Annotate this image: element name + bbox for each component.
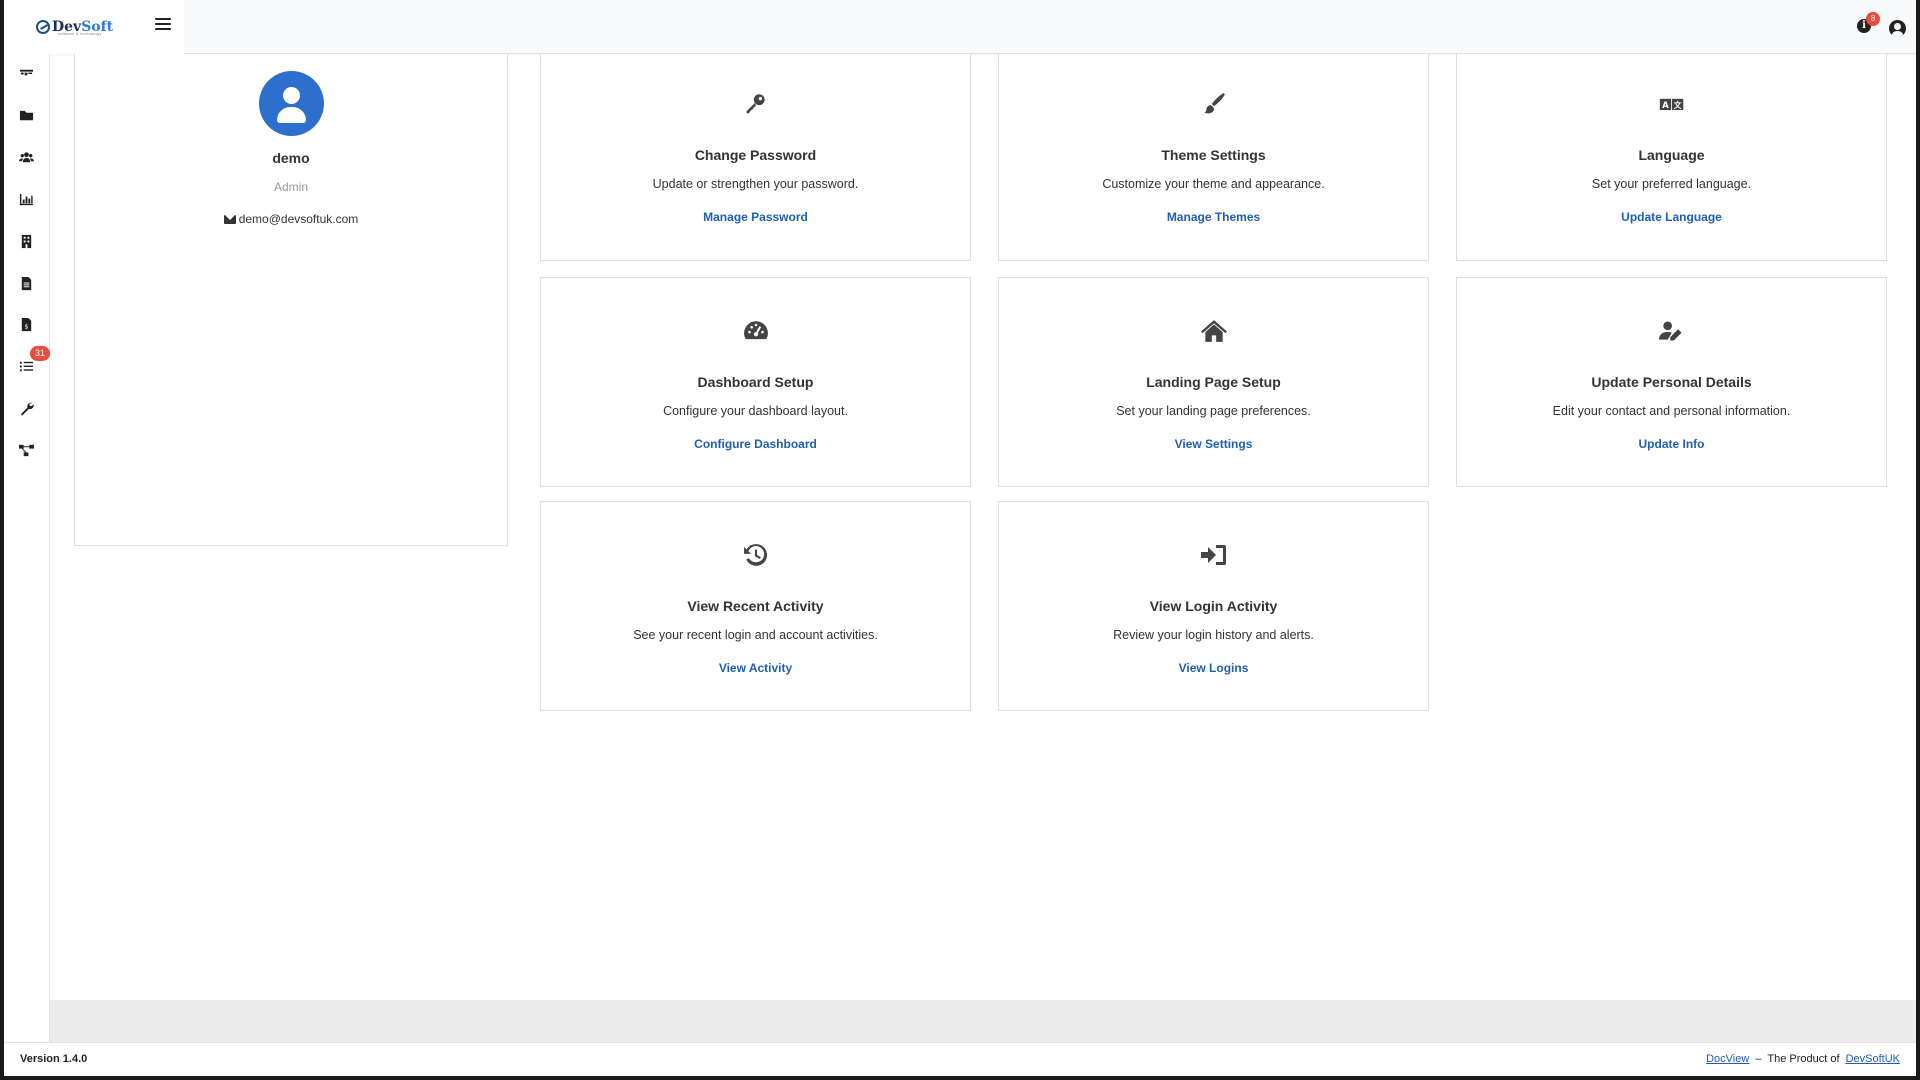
notifications-badge: 8 — [1866, 11, 1880, 26]
configure-dashboard-link[interactable]: Configure Dashboard — [541, 437, 970, 451]
view-activity-link[interactable]: View Activity — [541, 661, 970, 675]
logo-mark-icon — [36, 20, 50, 34]
card-description: Update or strengthen your password. — [652, 177, 859, 191]
language-icon: A文 — [1659, 98, 1683, 111]
top-actions: i 8 — [1857, 11, 1906, 37]
tasks-count-badge: 31 — [30, 346, 50, 361]
sidebar-item-organisation[interactable] — [14, 229, 38, 253]
sidebar-item-tasks[interactable]: 31 — [14, 346, 50, 378]
version-label: Version 1.4.0 — [20, 1053, 88, 1065]
footer-separator: – — [1755, 1053, 1762, 1065]
task-list-icon — [19, 361, 33, 371]
manage-password-link[interactable]: Manage Password — [541, 210, 970, 224]
sidebar-item-dashboard[interactable] — [14, 61, 38, 85]
user-menu-icon[interactable] — [1889, 20, 1906, 37]
profile-email: demo@devsoftuk.com — [75, 212, 507, 226]
card-title: Dashboard Setup — [697, 374, 814, 390]
profile-card: demo Admin demo@devsoftuk.com — [74, 54, 508, 546]
card-landing-page-setup: Landing Page Setup Set your landing page… — [998, 277, 1429, 487]
home-icon — [1200, 320, 1227, 342]
svg-text:A: A — [1662, 101, 1669, 111]
history-icon — [743, 544, 767, 566]
profile-email-text: demo@devsoftuk.com — [238, 212, 359, 226]
manage-themes-link[interactable]: Manage Themes — [999, 210, 1428, 224]
card-description: Review your login history and alerts. — [1113, 628, 1314, 642]
dashboard-icon — [19, 69, 33, 75]
card-view-recent-activity: View Recent Activity See your recent log… — [540, 501, 971, 711]
card-theme-settings: Theme Settings Customize your theme and … — [998, 54, 1429, 261]
profile-name: demo — [272, 150, 310, 166]
update-info-link[interactable]: Update Info — [1457, 437, 1886, 451]
sidebar-item-reports[interactable] — [14, 187, 38, 211]
envelope-icon — [223, 214, 236, 224]
card-description: Configure your dashboard layout. — [663, 404, 848, 418]
sidebar-item-tools[interactable] — [14, 396, 38, 420]
card-title: Language — [1638, 147, 1705, 163]
sidebar: $ 31 — [4, 54, 50, 1042]
user-edit-icon — [1658, 321, 1682, 341]
app-window: DevSoft software & technology i 8 $ 31 d… — [4, 0, 1916, 1076]
card-update-personal-details: Update Personal Details Edit your contac… — [1456, 277, 1887, 487]
card-title: Landing Page Setup — [1146, 374, 1281, 390]
card-description: Edit your contact and personal informati… — [1552, 404, 1791, 418]
footer-credits: DocView – The Product of DevSoftUK — [1706, 1053, 1900, 1065]
wrench-icon — [20, 402, 34, 416]
invoice-icon: $ — [21, 317, 31, 331]
content-bottom-band — [50, 1000, 1916, 1042]
card-language: A文 Language Set your preferred language.… — [1456, 54, 1887, 261]
card-title: View Login Activity — [1149, 598, 1278, 614]
sidebar-item-invoices[interactable]: $ — [14, 312, 38, 336]
notifications-info-icon[interactable]: i 8 — [1857, 11, 1880, 33]
svg-text:文: 文 — [1673, 100, 1681, 110]
card-description: Set your preferred language. — [1591, 177, 1752, 191]
view-settings-link[interactable]: View Settings — [999, 437, 1428, 451]
svg-text:$: $ — [24, 322, 28, 330]
card-description: See your recent login and account activi… — [633, 628, 878, 642]
profile-role: Admin — [273, 180, 308, 194]
users-icon — [18, 151, 34, 162]
top-navbar: DevSoft software & technology i 8 — [4, 0, 1916, 54]
brand-tagline: software & technology — [58, 31, 102, 36]
card-change-password: Change Password Update or strengthen you… — [540, 54, 971, 261]
gauge-icon — [743, 321, 768, 340]
building-icon — [21, 234, 31, 248]
docview-link[interactable]: DocView — [1706, 1053, 1749, 1065]
card-dashboard-setup: Dashboard Setup Configure your dashboard… — [540, 277, 971, 487]
footer: Version 1.4.0 DocView – The Product of D… — [4, 1042, 1916, 1076]
key-icon — [745, 94, 765, 114]
menu-toggle-icon[interactable] — [155, 18, 171, 32]
card-description: Customize your theme and appearance. — [1102, 177, 1325, 191]
card-title: View Recent Activity — [687, 598, 824, 614]
sign-in-icon — [1200, 545, 1226, 565]
chart-bar-icon — [19, 193, 33, 205]
sidebar-item-documents[interactable] — [14, 271, 38, 295]
footer-product-of: The Product of — [1767, 1053, 1840, 1065]
folder-icon — [19, 110, 33, 120]
devsoftuk-link[interactable]: DevSoftUK — [1846, 1053, 1900, 1065]
view-logins-link[interactable]: View Logins — [999, 661, 1428, 675]
avatar — [259, 71, 324, 136]
sidebar-item-folders[interactable] — [14, 103, 38, 127]
workflow-icon — [18, 444, 34, 456]
card-title: Change Password — [694, 147, 817, 163]
card-title: Theme Settings — [1161, 147, 1266, 163]
sidebar-item-users[interactable] — [14, 145, 38, 169]
card-description: Set your landing page preferences. — [1116, 404, 1311, 418]
document-icon — [21, 276, 31, 290]
card-title: Update Personal Details — [1591, 374, 1752, 390]
update-language-link[interactable]: Update Language — [1457, 210, 1886, 224]
card-view-login-activity: View Login Activity Review your login hi… — [998, 501, 1429, 711]
paintbrush-icon — [1203, 93, 1225, 114]
sidebar-item-workflows[interactable] — [14, 438, 38, 462]
